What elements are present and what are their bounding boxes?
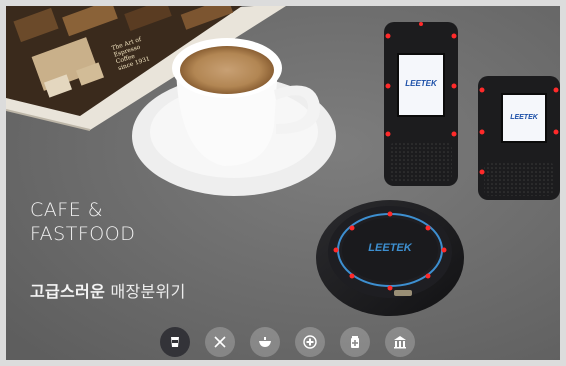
pager-screen-logo-2: LEETEK [510, 114, 538, 121]
hero-headline: CAFE & FASTFOOD [30, 198, 135, 246]
building-icon [394, 336, 406, 349]
photo-scene-graphic [6, 6, 560, 360]
nav-pharmacy-button[interactable] [340, 327, 370, 357]
coaster-pager [316, 200, 464, 316]
coffee-surface [180, 46, 274, 94]
hero-subtitle-light: 매장분위기 [110, 282, 186, 301]
hero-subtitle-strong: 고급스러운 [30, 282, 106, 301]
pager-device-tall [384, 22, 458, 186]
pager-screen-logo: LEETEK [405, 79, 437, 88]
hero-banner: The Art of Espresso Coffee since 1931 LE… [0, 0, 566, 366]
coaster-pager-logo: LEETEK [368, 242, 412, 254]
bowl-icon [259, 337, 271, 347]
hero-photo: The Art of Espresso Coffee since 1931 LE… [6, 6, 560, 360]
hero-headline-line1: CAFE & [30, 199, 104, 221]
pharmacy-icon [351, 336, 359, 348]
nav-food-court-button[interactable] [250, 327, 280, 357]
nav-hospital-button[interactable] [295, 327, 325, 357]
nav-restaurant-button[interactable] [205, 327, 235, 357]
hero-headline-line2: FASTFOOD [30, 223, 136, 245]
coffee-cup-icon [171, 337, 179, 347]
nav-cafe-button[interactable] [160, 327, 190, 357]
fork-knife-icon [214, 336, 226, 348]
pager-device-short [478, 76, 560, 200]
medical-cross-icon [303, 335, 317, 349]
nav-public-office-button[interactable] [385, 327, 415, 357]
category-icon-nav [0, 327, 566, 361]
hero-subtitle: 고급스러운 매장분위기 [30, 278, 186, 302]
